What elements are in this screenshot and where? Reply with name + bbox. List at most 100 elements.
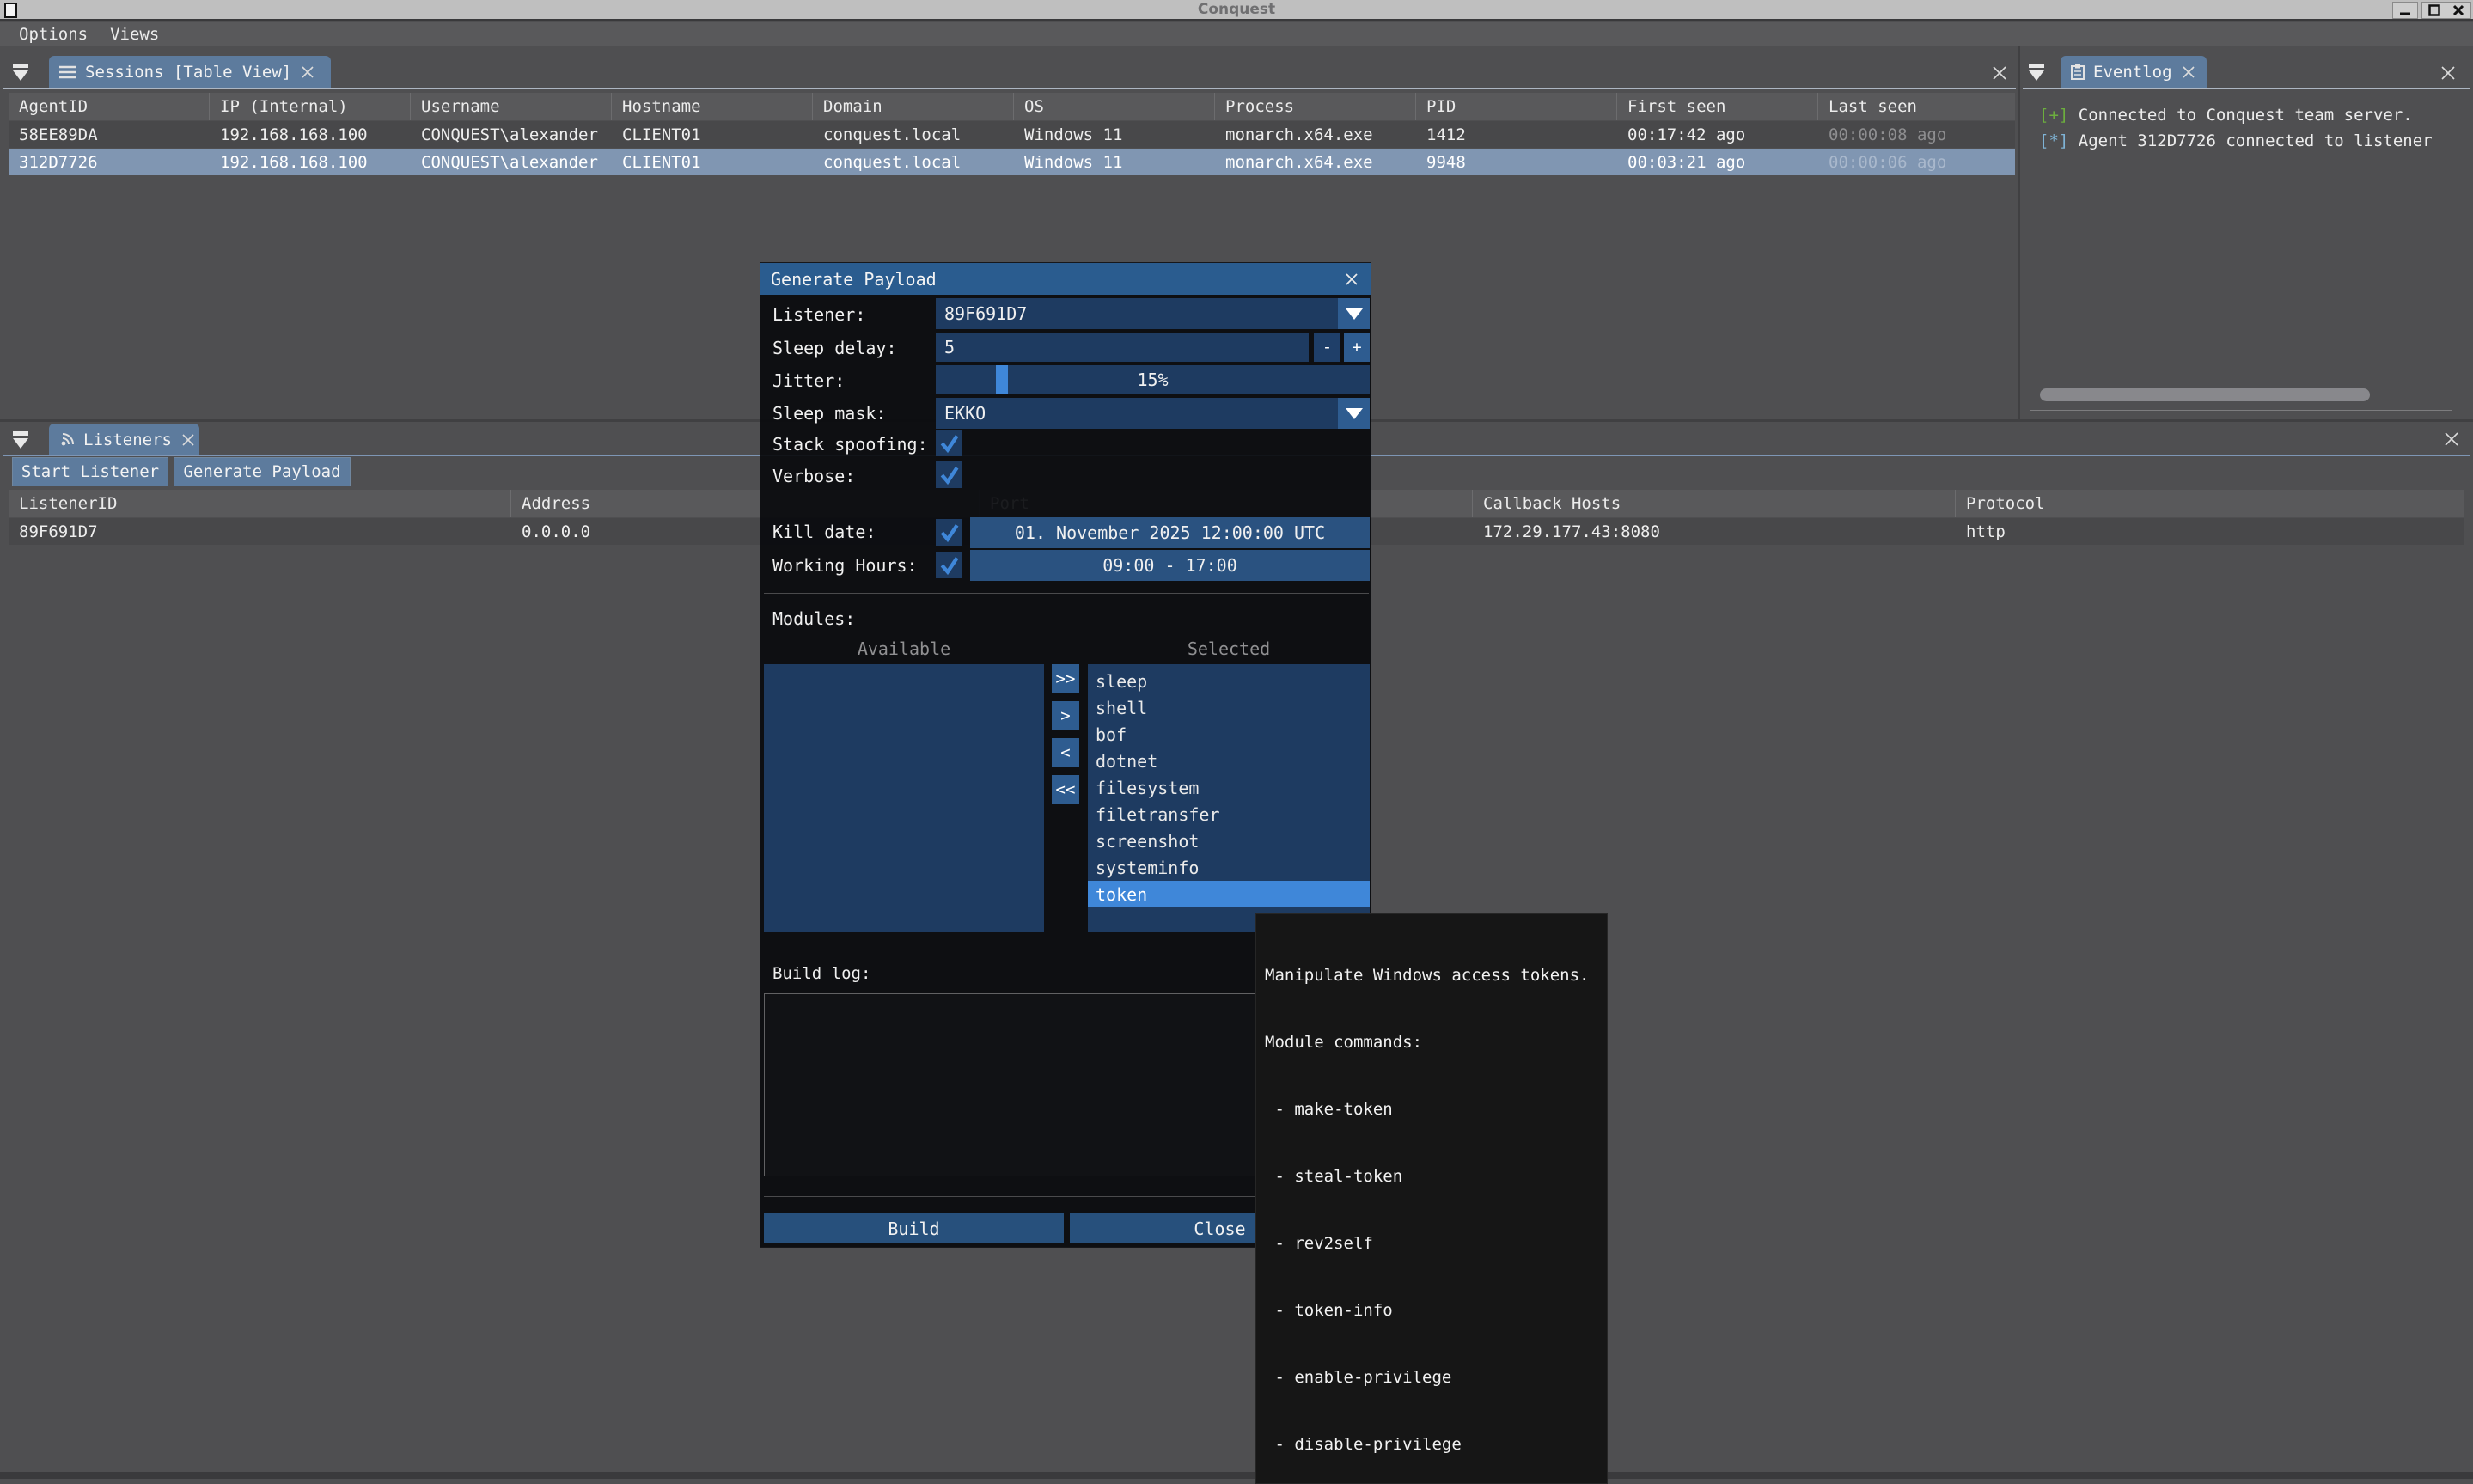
checkmark-icon	[938, 554, 961, 577]
eventlog-panel-close-icon[interactable]	[2439, 64, 2458, 82]
tab-sessions-table-view[interactable]: Sessions [Table View]	[49, 56, 331, 88]
sleep-delay-decrement-button[interactable]: -	[1314, 333, 1340, 362]
cell-hostname: CLIENT01	[612, 121, 813, 148]
menu-options[interactable]: Options	[10, 23, 96, 46]
checkmark-icon	[938, 432, 961, 455]
listeners-panel-close-icon[interactable]	[2442, 430, 2461, 449]
cell-agentid: 58EE89DA	[9, 121, 210, 148]
eventlog-icon	[2071, 64, 2085, 80]
col-domain[interactable]: Domain	[813, 93, 1014, 120]
col-last-seen[interactable]: Last seen	[1818, 93, 2015, 120]
cell-username: CONQUEST\alexander	[411, 121, 612, 148]
cell-domain: conquest.local	[813, 121, 1014, 148]
sleep-mask-combobox[interactable]: EKKO	[936, 398, 1370, 429]
col-process[interactable]: Process	[1215, 93, 1416, 120]
close-icon	[2452, 4, 2464, 16]
col-os[interactable]: OS	[1014, 93, 1215, 120]
tab-sessions-close-icon[interactable]	[300, 64, 315, 80]
modules-label: Modules:	[772, 608, 855, 629]
cell-pid: 1412	[1416, 121, 1617, 148]
col-protocol[interactable]: Protocol	[1956, 490, 2464, 517]
tab-eventlog-close-icon[interactable]	[2181, 64, 2196, 80]
dialog-close-icon[interactable]	[1343, 271, 1360, 288]
cell-agentid: 312D7726	[9, 149, 210, 175]
col-pid[interactable]: PID	[1416, 93, 1617, 120]
tab-eventlog[interactable]: Eventlog	[2061, 56, 2207, 88]
sleep-mask-dropdown-button[interactable]	[1338, 398, 1370, 429]
tab-listeners-close-icon[interactable]	[180, 432, 196, 448]
stack-spoofing-checkbox[interactable]	[936, 430, 962, 456]
col-agentid[interactable]: AgentID	[9, 93, 210, 120]
col-first-seen[interactable]: First seen	[1617, 93, 1818, 120]
dialog-title-bar[interactable]: Generate Payload	[760, 263, 1371, 295]
eventlog-horizontal-scrollbar[interactable]	[2040, 388, 2370, 401]
col-ip[interactable]: IP (Internal)	[210, 93, 411, 120]
sleep-delay-increment-button[interactable]: +	[1344, 333, 1370, 362]
verbose-checkbox[interactable]	[936, 461, 962, 488]
working-hours-field[interactable]: 09:00 - 17:00	[970, 550, 1370, 581]
selected-modules-list[interactable]: sleep shell bof dotnet filesystem filetr…	[1088, 664, 1370, 932]
maximize-button[interactable]	[2421, 2, 2447, 19]
tab-eventlog-label: Eventlog	[2093, 63, 2172, 82]
panel-float-icon[interactable]	[10, 430, 31, 450]
cell-domain: conquest.local	[813, 149, 1014, 175]
col-username[interactable]: Username	[411, 93, 612, 120]
tooltip-line: - token-info	[1265, 1299, 1598, 1322]
available-modules-list[interactable]	[764, 664, 1044, 932]
jitter-label: Jitter:	[772, 370, 845, 391]
working-hours-checkbox[interactable]	[936, 552, 962, 578]
sessions-panel-close-icon[interactable]	[1990, 64, 2009, 82]
session-row-58EE89DA[interactable]: 58EE89DA 192.168.168.100 CONQUEST\alexan…	[9, 121, 2015, 148]
session-row-312D7726[interactable]: 312D7726 192.168.168.100 CONQUEST\alexan…	[9, 149, 2015, 175]
tab-listeners[interactable]: Listeners	[49, 424, 199, 455]
kill-date-field[interactable]: 01. November 2025 12:00:00 UTC	[970, 517, 1370, 548]
tooltip-line: - steal-token	[1265, 1165, 1598, 1188]
move-all-left-button[interactable]: <<	[1052, 775, 1079, 804]
module-item-token[interactable]: token	[1088, 881, 1370, 907]
module-item-screenshot[interactable]: screenshot	[1088, 827, 1370, 854]
cell-last-seen: 00:00:08 ago	[1818, 121, 2015, 148]
kill-date-checkbox[interactable]	[936, 519, 962, 546]
module-item-bof[interactable]: bof	[1088, 721, 1370, 748]
vertical-splitter[interactable]	[2018, 46, 2020, 419]
move-left-button[interactable]: <	[1052, 738, 1079, 767]
cell-ip: 192.168.168.100	[210, 121, 411, 148]
cell-hostname: CLIENT01	[612, 149, 813, 175]
module-item-filesystem[interactable]: filesystem	[1088, 774, 1370, 801]
menu-views[interactable]: Views	[101, 23, 168, 46]
panel-float-icon[interactable]	[10, 62, 31, 82]
cell-callback-hosts: 172.29.177.43:8080	[1473, 518, 1956, 545]
module-item-dotnet[interactable]: dotnet	[1088, 748, 1370, 774]
listener-combobox[interactable]: 89F691D7	[936, 298, 1370, 329]
jitter-slider[interactable]: 15%	[936, 365, 1370, 394]
module-item-sleep[interactable]: sleep	[1088, 668, 1370, 694]
listener-dropdown-button[interactable]	[1338, 298, 1370, 329]
cell-process: monarch.x64.exe	[1215, 121, 1416, 148]
sleep-delay-input[interactable]: 5	[936, 333, 1309, 362]
window-bottom-edge	[0, 1472, 2473, 1479]
module-item-shell[interactable]: shell	[1088, 694, 1370, 721]
minimize-icon	[2399, 4, 2411, 16]
col-callback-hosts[interactable]: Callback Hosts	[1473, 490, 1956, 517]
module-item-systeminfo[interactable]: systeminfo	[1088, 854, 1370, 881]
cell-os: Windows 11	[1014, 149, 1215, 175]
panel-float-icon[interactable]	[2026, 62, 2047, 82]
col-hostname[interactable]: Hostname	[612, 93, 813, 120]
checkmark-icon	[938, 464, 961, 486]
close-window-button[interactable]	[2446, 2, 2471, 19]
sleep-mask-label: Sleep mask:	[772, 403, 886, 424]
cell-username: CONQUEST\alexander	[411, 149, 612, 175]
col-listenerid[interactable]: ListenerID	[9, 490, 511, 517]
move-all-right-button[interactable]: >>	[1052, 664, 1079, 693]
module-item-filetransfer[interactable]: filetransfer	[1088, 801, 1370, 827]
separator	[764, 593, 1369, 594]
generate-payload-button[interactable]: Generate Payload	[174, 457, 351, 486]
minimize-button[interactable]	[2392, 2, 2418, 19]
eventlog-line: [+] Connected to Conquest team server.	[2039, 102, 2443, 128]
cell-listenerid: 89F691D7	[9, 518, 511, 545]
verbose-label: Verbose:	[772, 466, 855, 486]
eventlog-output[interactable]: [+] Connected to Conquest team server. […	[2030, 95, 2452, 411]
build-button[interactable]: Build	[764, 1213, 1064, 1243]
start-listener-button[interactable]: Start Listener	[12, 457, 168, 486]
move-right-button[interactable]: >	[1052, 701, 1079, 730]
